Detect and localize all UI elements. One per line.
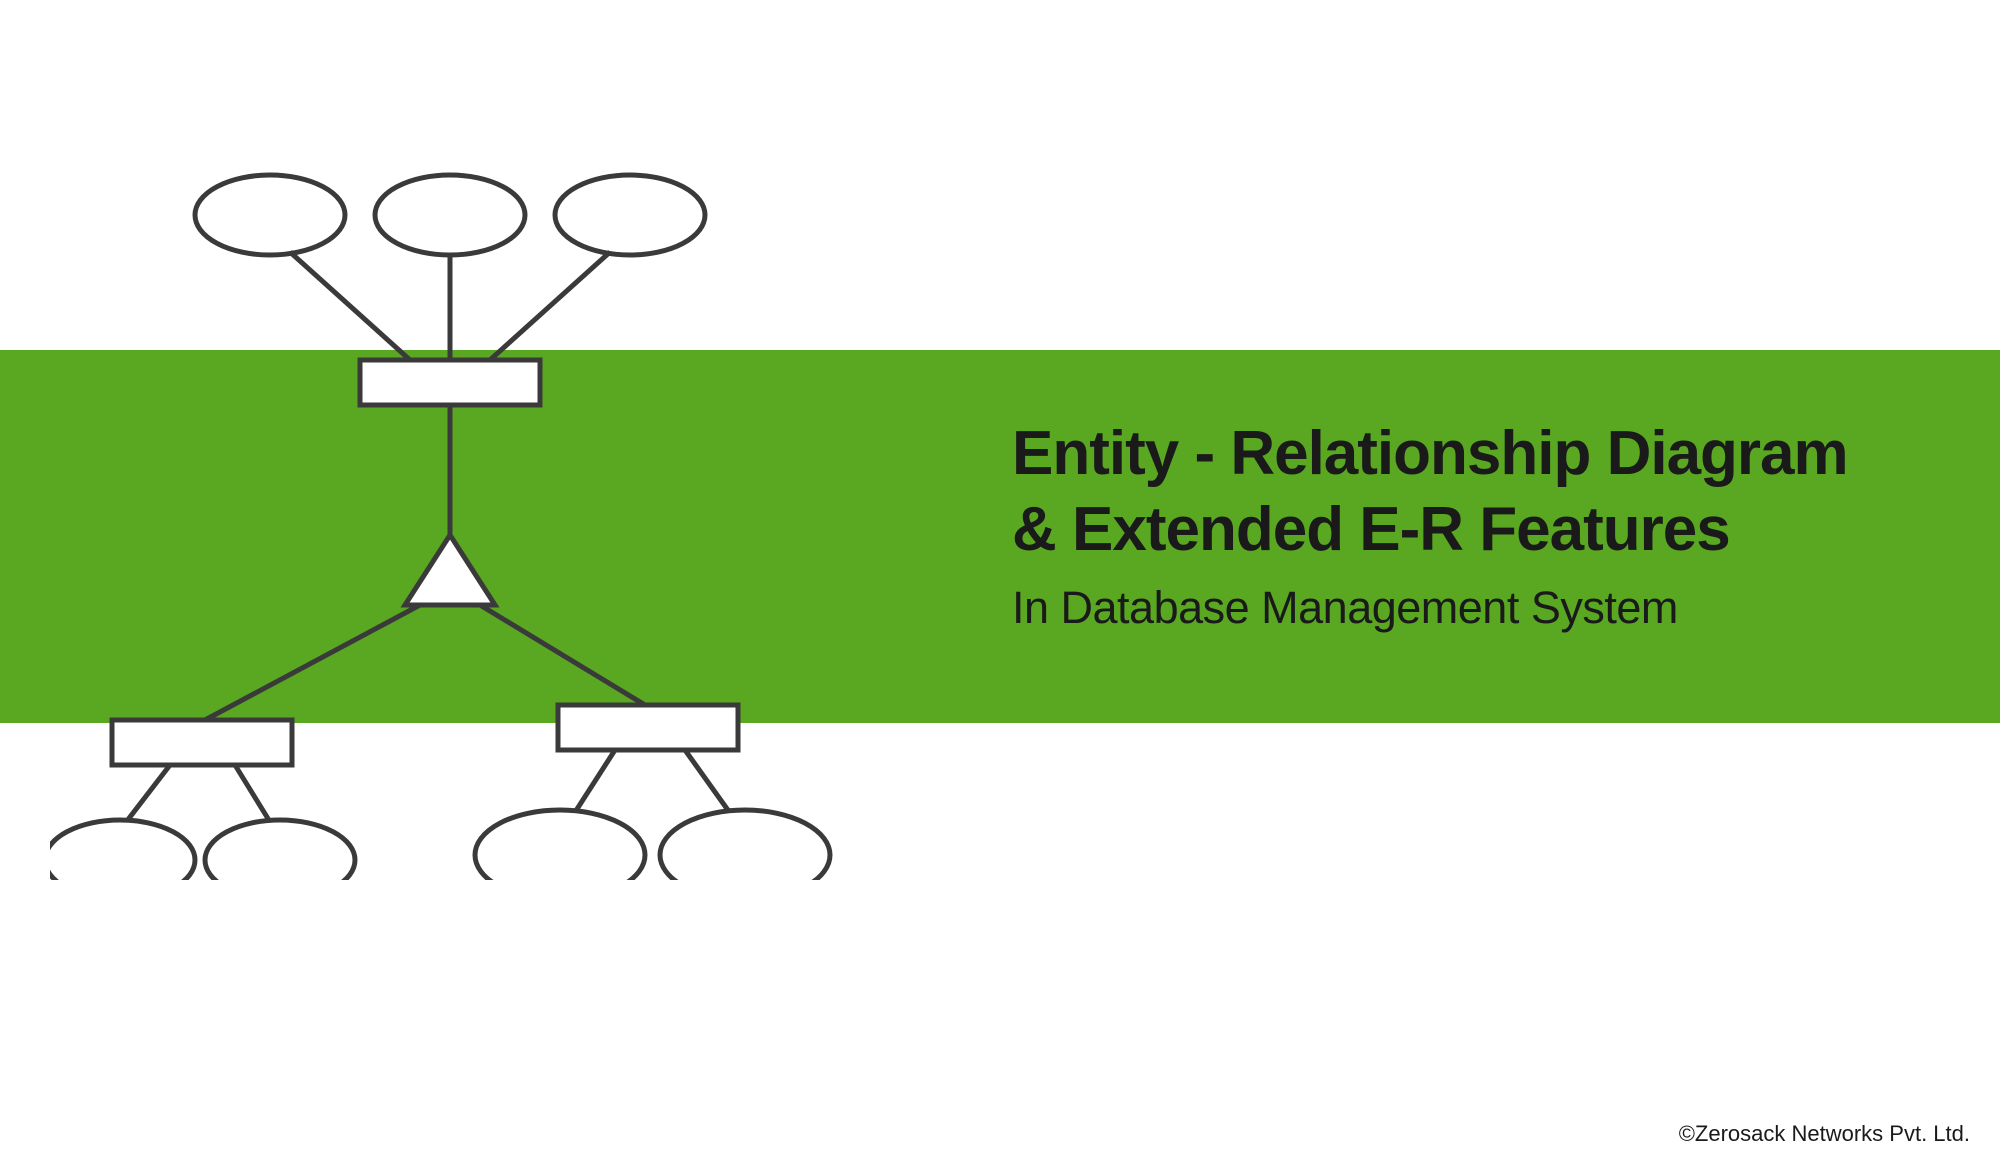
connector-line xyxy=(490,252,610,360)
title-line-2: & Extended E-R Features xyxy=(1012,496,1848,564)
title-line-1: Entity - Relationship Diagram xyxy=(1012,420,1848,488)
entity-rect-child xyxy=(112,720,292,765)
isa-triangle xyxy=(405,535,495,605)
title-block: Entity - Relationship Diagram & Extended… xyxy=(1012,420,1848,634)
er-diagram xyxy=(50,160,850,880)
attribute-ellipse xyxy=(375,175,525,255)
connector-line xyxy=(205,605,420,720)
entity-rect-parent xyxy=(360,360,540,405)
attribute-ellipse xyxy=(50,820,195,880)
attribute-ellipse xyxy=(475,810,645,880)
connector-line xyxy=(480,605,645,705)
copyright-text: ©Zerosack Networks Pvt. Ltd. xyxy=(1679,1121,1970,1147)
attribute-ellipse xyxy=(660,810,830,880)
attribute-ellipse xyxy=(205,820,355,880)
entity-rect-child xyxy=(558,705,738,750)
attribute-ellipse xyxy=(555,175,705,255)
attribute-ellipse xyxy=(195,175,345,255)
connector-line xyxy=(290,252,410,360)
subtitle: In Database Management System xyxy=(1012,582,1848,634)
